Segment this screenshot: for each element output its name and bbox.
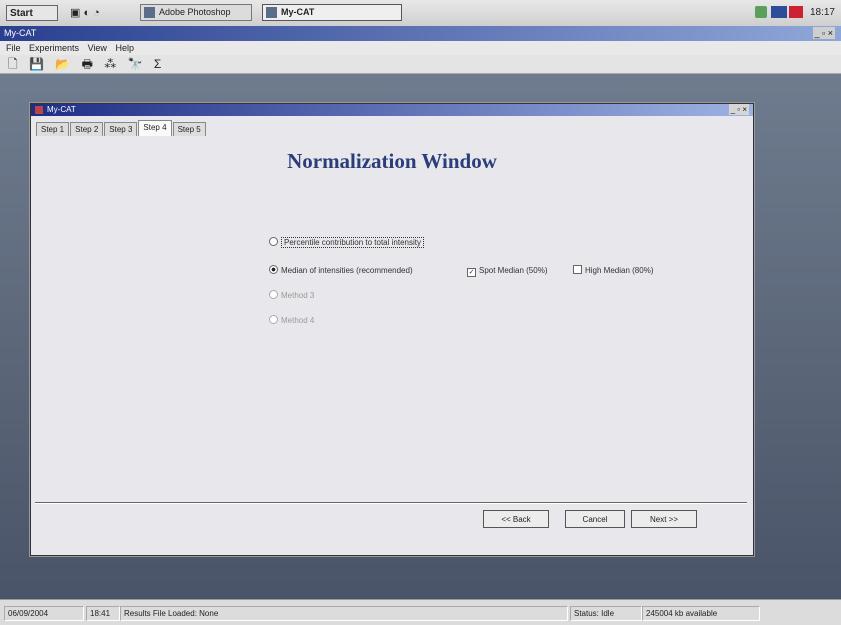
quick-launch-icons[interactable]: ▣ ◐ ◔ <box>70 6 100 20</box>
photoshop-icon <box>144 7 155 18</box>
taskbar-item-label: Adobe Photoshop <box>159 7 231 17</box>
app-title: My-CAT <box>4 28 37 38</box>
app-icon <box>266 7 277 18</box>
radio-icon[interactable] <box>269 315 278 324</box>
clock: 18:17 <box>809 7 835 18</box>
sigma-icon[interactable]: Σ <box>154 57 161 71</box>
toolbar: 🗋 💾 📂 🖶 ⁂ 🔭 Σ <box>0 55 841 74</box>
status-memory: 245004 kb available <box>642 606 760 621</box>
app-icon <box>35 106 43 114</box>
page-title: Normalization Window <box>287 149 497 173</box>
app-title-bar: My-CAT _ ▫ × <box>0 26 841 41</box>
wizard-window: My-CAT _ ▫ × Step 1 Step 2 Step 3 Step 4… <box>30 103 754 556</box>
new-icon[interactable]: 🗋 <box>8 57 18 71</box>
tab-step-5[interactable]: Step 5 <box>172 122 206 136</box>
save-icon[interactable]: 💾 <box>29 57 44 71</box>
start-button[interactable]: Start <box>6 5 58 21</box>
menu-experiments[interactable]: Experiments <box>29 43 79 53</box>
tray-app-icon[interactable] <box>771 6 787 18</box>
tray-network-icon[interactable] <box>755 6 767 18</box>
child-window-controls[interactable]: _ ▫ × <box>728 104 749 115</box>
cancel-button[interactable]: Cancel <box>565 510 625 528</box>
child-title: My-CAT <box>47 105 76 114</box>
option-method-3[interactable]: Method 3 <box>269 290 314 301</box>
workspace: My-CAT _ ▫ × Step 1 Step 2 Step 3 Step 4… <box>0 74 841 599</box>
taskbar-item-mycat[interactable]: My-CAT <box>262 4 402 21</box>
radio-icon[interactable] <box>269 290 278 299</box>
status-message: Results File Loaded: None <box>120 606 568 621</box>
option-median[interactable]: Median of intensities (recommended) <box>269 265 413 276</box>
menu-view[interactable]: View <box>88 43 107 53</box>
next-button[interactable]: Next >> <box>631 510 697 528</box>
checkbox-checked-icon[interactable]: ✓ <box>467 268 476 277</box>
window-controls[interactable]: _ ▫ × <box>812 27 835 39</box>
taskbar: Start ▣ ◐ ◔ Adobe Photoshop My-CAT 18:17 <box>0 0 841 27</box>
status-time: 18:41 <box>86 606 120 621</box>
open-icon[interactable]: 📂 <box>55 57 70 71</box>
check-spot-median[interactable]: ✓ Spot Median (50%) <box>467 265 547 277</box>
tab-step-2[interactable]: Step 2 <box>70 122 104 136</box>
taskbar-item-label: My-CAT <box>281 7 315 17</box>
divider <box>35 502 747 504</box>
print-icon[interactable]: 🖶 <box>82 57 93 71</box>
menu-bar: File Experiments View Help <box>0 41 841 55</box>
radio-icon[interactable] <box>269 237 278 246</box>
system-tray: 18:17 <box>755 4 835 21</box>
check-high-median[interactable]: High Median (80%) <box>573 265 653 276</box>
child-title-bar: My-CAT _ ▫ × <box>31 104 753 116</box>
tab-step-3[interactable]: Step 3 <box>104 122 138 136</box>
chart-icon[interactable]: ⁂ <box>104 57 116 71</box>
radio-selected-icon[interactable] <box>269 265 278 274</box>
status-date: 06/09/2004 <box>4 606 84 621</box>
option-method-4[interactable]: Method 4 <box>269 315 314 326</box>
menu-help[interactable]: Help <box>115 43 134 53</box>
back-button[interactable]: << Back <box>483 510 549 528</box>
binoculars-icon[interactable]: 🔭 <box>128 57 143 71</box>
menu-file[interactable]: File <box>6 43 21 53</box>
tray-alert-icon[interactable] <box>789 6 803 18</box>
tab-step-4[interactable]: Step 4 <box>138 120 172 136</box>
step-tabs: Step 1 Step 2 Step 3 Step 4 Step 5 <box>36 120 207 136</box>
status-text: Status: Idle <box>570 606 642 621</box>
tab-step-1[interactable]: Step 1 <box>36 122 70 136</box>
taskbar-item-photoshop[interactable]: Adobe Photoshop <box>140 4 252 21</box>
checkbox-icon[interactable] <box>573 265 582 274</box>
option-percentile[interactable]: Percentile contribution to total intensi… <box>269 237 424 248</box>
status-bar: 06/09/2004 18:41 Results File Loaded: No… <box>0 599 841 625</box>
